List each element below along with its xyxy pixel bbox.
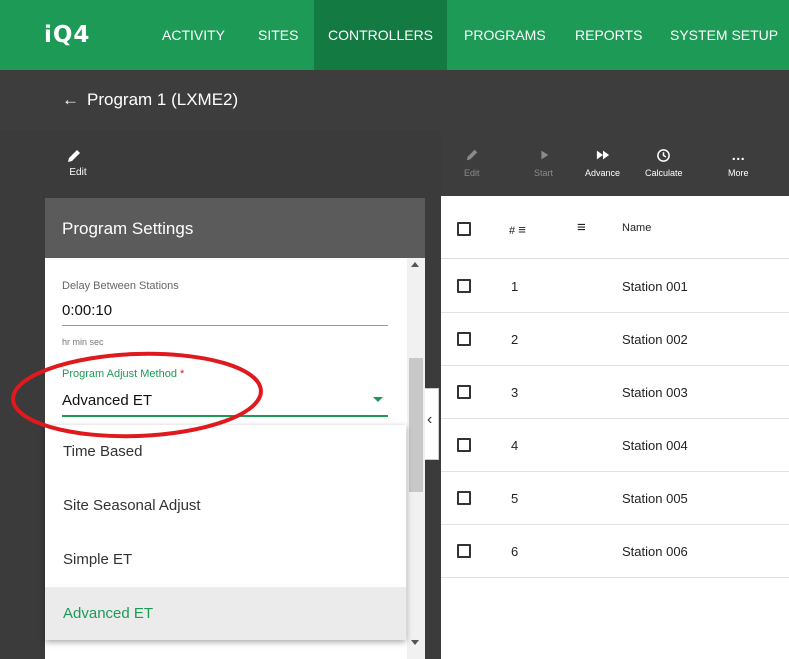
app-logo[interactable]: iQ4 xyxy=(44,22,90,48)
row-number: 3 xyxy=(511,385,519,400)
adjust-underline xyxy=(62,415,388,417)
required-marker: * xyxy=(180,368,185,380)
option-site-seasonal-adjust[interactable]: Site Seasonal Adjust xyxy=(45,479,406,532)
row-checkbox[interactable] xyxy=(457,544,471,558)
row-number: 1 xyxy=(511,279,519,294)
row-number: 5 xyxy=(511,491,519,506)
panel-title: Program Settings xyxy=(62,219,194,238)
top-nav: iQ4 ACTIVITY SITES CONTROLLERS PROGRAMS … xyxy=(0,0,789,70)
toolbar-start-button[interactable]: Start xyxy=(534,148,553,178)
nav-programs[interactable]: PROGRAMS xyxy=(464,0,546,70)
nav-system-setup[interactable]: SYSTEM SETUP xyxy=(670,0,778,70)
toolbar-edit-button[interactable]: Edit xyxy=(464,148,480,178)
row-number: 6 xyxy=(511,544,519,559)
chevron-left-icon: ‹ xyxy=(427,411,433,428)
dropdown-arrow-icon[interactable] xyxy=(373,397,383,402)
adjust-method-label: Program Adjust Method * xyxy=(62,368,185,380)
more-icon: … xyxy=(731,147,746,163)
row-divider xyxy=(441,471,789,472)
sort-lines-icon: ≡ xyxy=(518,222,526,237)
option-advanced-et[interactable]: Advanced ET xyxy=(45,587,406,640)
pencil-icon xyxy=(464,148,480,166)
row-divider xyxy=(441,577,789,578)
row-number: 2 xyxy=(511,332,519,347)
row-name[interactable]: Station 001 xyxy=(622,279,688,294)
row-checkbox[interactable] xyxy=(457,332,471,346)
row-checkbox[interactable] xyxy=(457,438,471,452)
delay-label: Delay Between Stations xyxy=(62,280,179,292)
breadcrumb: ← Program 1 (LXME2) xyxy=(62,90,238,110)
adjust-method-dropdown: Time Based Site Seasonal Adjust Simple E… xyxy=(45,425,406,640)
clock-icon xyxy=(645,148,683,166)
reorder-lines-icon[interactable]: ≡ xyxy=(577,219,586,236)
row-name[interactable]: Station 002 xyxy=(622,332,688,347)
nav-sites[interactable]: SITES xyxy=(258,0,298,70)
page-title: Program 1 (LXME2) xyxy=(87,90,239,109)
row-divider xyxy=(441,312,789,313)
option-time-based[interactable]: Time Based xyxy=(45,425,406,478)
edit-button-label: Edit xyxy=(69,167,87,178)
back-arrow-icon[interactable]: ← xyxy=(62,90,79,110)
toolbar-more-button[interactable]: … More xyxy=(728,148,749,178)
nav-activity[interactable]: ACTIVITY xyxy=(162,0,225,70)
stations-table xyxy=(441,196,789,659)
scroll-up-icon[interactable] xyxy=(411,262,419,267)
row-checkbox[interactable] xyxy=(457,491,471,505)
edit-button[interactable]: Edit xyxy=(60,148,96,178)
toolbar-calculate-button[interactable]: Calculate xyxy=(645,148,683,178)
row-divider xyxy=(441,524,789,525)
toolbar-advance-button[interactable]: Advance xyxy=(585,148,620,178)
row-checkbox[interactable] xyxy=(457,279,471,293)
collapse-panel-button[interactable]: ‹ xyxy=(425,388,439,460)
play-icon xyxy=(534,148,553,166)
scroll-down-icon[interactable] xyxy=(411,640,419,645)
nav-controllers[interactable]: CONTROLLERS xyxy=(314,0,448,70)
pencil-icon xyxy=(68,150,80,162)
row-name[interactable]: Station 004 xyxy=(622,438,688,453)
row-divider xyxy=(441,365,789,366)
adjust-method-select[interactable]: Advanced ET xyxy=(62,392,152,409)
col-name-header[interactable]: Name xyxy=(622,222,651,234)
nav-reports[interactable]: REPORTS xyxy=(575,0,642,70)
fast-forward-icon xyxy=(585,148,620,166)
select-all-checkbox[interactable] xyxy=(457,222,471,236)
delay-underline xyxy=(62,325,388,326)
table-header xyxy=(441,196,789,259)
row-number: 4 xyxy=(511,438,519,453)
row-name[interactable]: Station 003 xyxy=(622,385,688,400)
delay-hint: hr min sec xyxy=(62,337,104,347)
scrollbar-thumb[interactable] xyxy=(409,358,423,492)
row-name[interactable]: Station 005 xyxy=(622,491,688,506)
row-checkbox[interactable] xyxy=(457,385,471,399)
option-simple-et[interactable]: Simple ET xyxy=(45,533,406,586)
col-number-header[interactable]: # ≡ xyxy=(509,222,526,237)
row-name[interactable]: Station 006 xyxy=(622,544,688,559)
delay-field[interactable]: 0:00:10 xyxy=(62,302,112,319)
row-divider xyxy=(441,418,789,419)
